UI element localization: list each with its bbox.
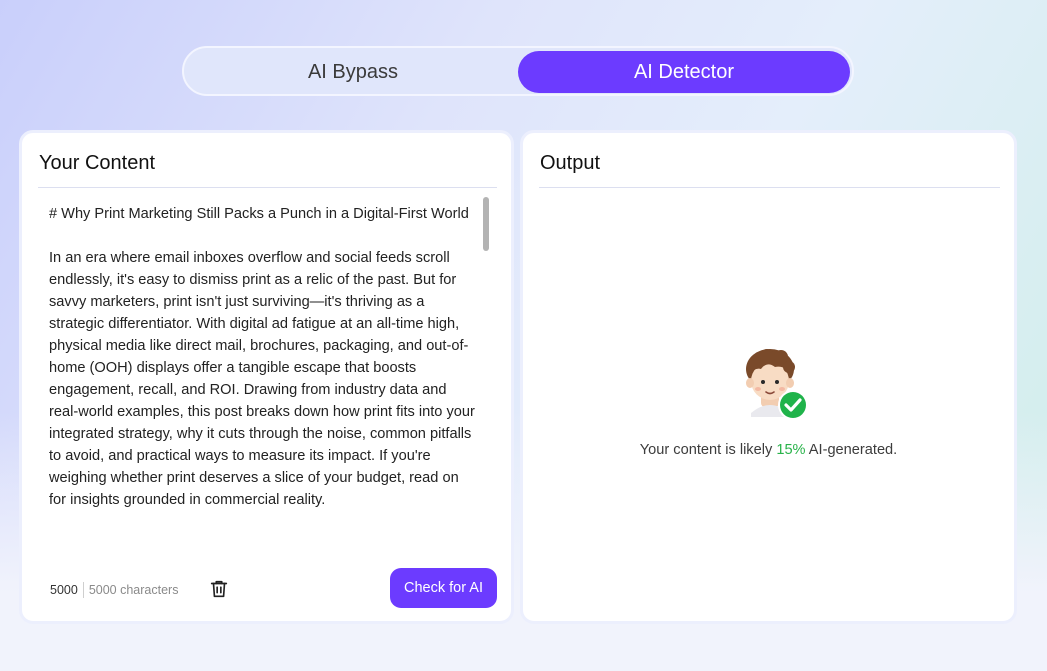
character-counter: 5000 5000 characters [50,582,178,598]
char-count: 5000 [50,583,78,597]
person-check-icon [741,347,811,423]
divider [539,187,1000,188]
textarea-scrollbar[interactable] [483,197,489,251]
input-panel-title: Your Content [39,152,156,174]
mode-toggle: AI Bypass AI Detector [182,46,854,96]
trash-icon[interactable] [208,578,230,600]
result-suffix: AI-generated. [805,442,898,458]
ai-percentage: 15% [776,442,806,458]
check-for-ai-button[interactable]: Check for AI [390,568,497,608]
divider [38,187,497,188]
char-limit: 5000 characters [88,583,179,597]
input-panel: Your Content # Why Print Marketing Still… [19,130,514,624]
tab-ai-bypass[interactable]: AI Bypass [187,51,519,93]
counter-separator [82,582,84,598]
result-prefix: Your content is likely [639,442,777,458]
output-panel-title: Output [540,152,601,174]
result-text: Your content is likely 15% AI-generated. [523,442,1014,458]
content-textarea[interactable]: # Why Print Marketing Still Packs a Punc… [49,203,477,555]
output-panel: Output Your content is likely 15% AI-gen… [520,130,1017,624]
tab-ai-detector[interactable]: AI Detector [518,51,850,93]
